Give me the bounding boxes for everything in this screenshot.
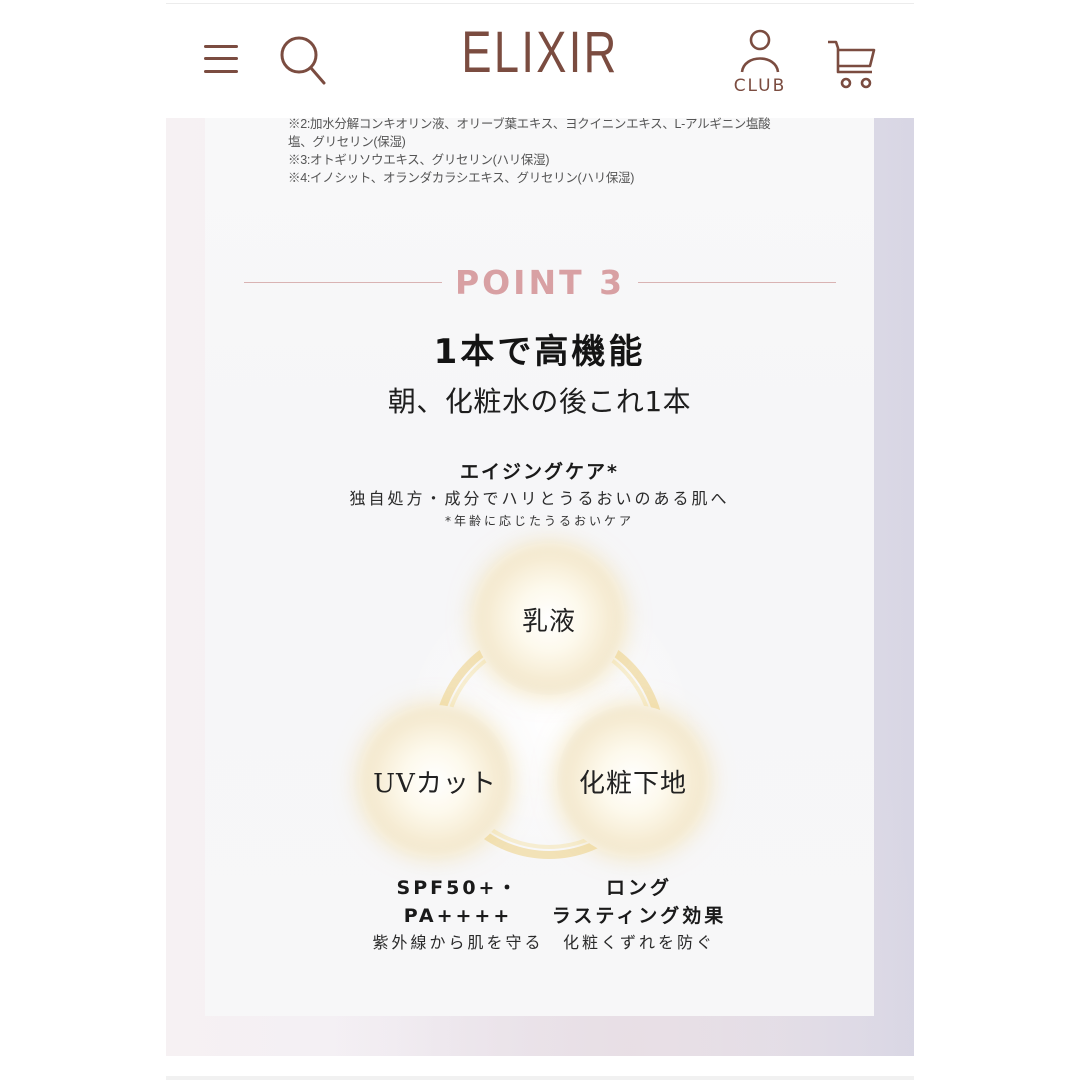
point-heading: POINT 3	[244, 263, 836, 303]
feature-long-lasting: ロング ラスティング効果 化粧くずれを防ぐ	[519, 874, 759, 956]
subheadline: 朝、化粧水の後これ1本	[387, 385, 692, 418]
feature-description: 独自処方・成分でハリとうるおいのある肌へ	[349, 489, 730, 508]
point3-section: ※2:加水分解コンキオリン液、オリーブ葉エキス、ヨクイニンエキス、L-アルギニン…	[166, 115, 914, 1056]
three-in-one-diagram: 乳液 UVカット 化粧下地	[359, 543, 739, 873]
menu-icon-bar	[204, 57, 238, 60]
menu-icon-bar	[204, 70, 238, 73]
site-header: ELIXIR CLUB	[166, 4, 914, 118]
menu-icon-bar	[204, 45, 238, 48]
orb-label: 乳液	[521, 606, 576, 637]
cart-button[interactable]	[824, 36, 880, 92]
menu-button[interactable]	[204, 45, 238, 75]
orb-makeup-base: 化粧下地	[557, 705, 709, 857]
headline: 1本で高機能	[433, 332, 646, 372]
user-icon	[740, 29, 780, 73]
club-button[interactable]: CLUB	[728, 28, 792, 98]
footnote-line: ※3:オトギリソウエキス、グリセリン(ハリ保湿)	[288, 153, 550, 167]
cart-icon	[828, 40, 876, 89]
club-label: CLUB	[733, 76, 787, 96]
orb-label: 化粧下地	[578, 768, 687, 799]
footnote-line: ※2:加水分解コンキオリン液、オリーブ葉エキス、ヨクイニンエキス、L-アルギニン…	[288, 117, 771, 131]
feature-title: エイジングケア*	[460, 461, 619, 483]
footnotes: ※2:加水分解コンキオリン液、オリーブ葉エキス、ヨクイニンエキス、L-アルギニン…	[288, 115, 808, 187]
orb-uv-cut: UVカット	[359, 705, 511, 857]
footnote-line: 塩、グリセリン(保湿)	[288, 135, 406, 149]
footnote-line: ※4:イノシット、オランダカラシエキス、グリセリン(ハリ保湿)	[288, 171, 635, 185]
point3-card: ※2:加水分解コンキオリン液、オリーブ葉エキス、ヨクイニンエキス、L-アルギニン…	[205, 115, 874, 1016]
point-label: POINT 3	[454, 263, 626, 302]
bottom-divider	[166, 1076, 914, 1080]
feature-title: ロング ラスティング効果	[551, 877, 727, 927]
orb-milky-lotion: 乳液	[473, 543, 625, 695]
feature-description: 化粧くずれを防ぐ	[562, 933, 715, 952]
orb-label: UVカット	[373, 768, 497, 799]
feature-note: *年齢に応じたうるおいケア	[444, 514, 634, 528]
feature-aging-care: エイジングケア* 独自処方・成分でハリとうるおいのある肌へ *年齢に応じたうるお…	[205, 458, 874, 530]
divider-right	[638, 282, 836, 283]
